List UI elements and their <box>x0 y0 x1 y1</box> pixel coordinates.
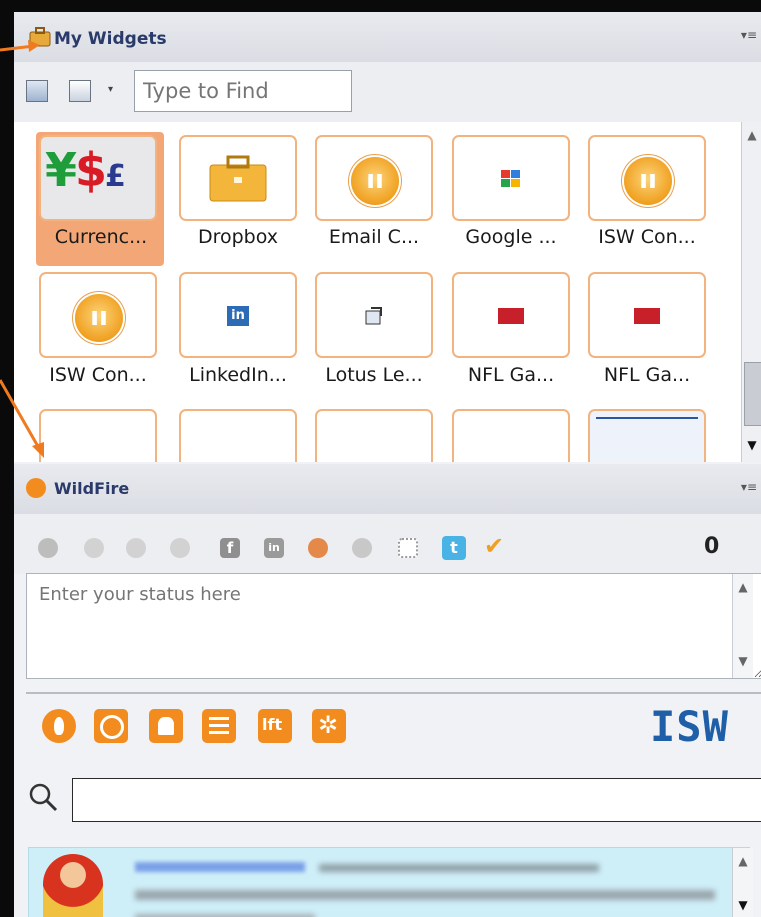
annotation-arrows <box>0 40 44 458</box>
